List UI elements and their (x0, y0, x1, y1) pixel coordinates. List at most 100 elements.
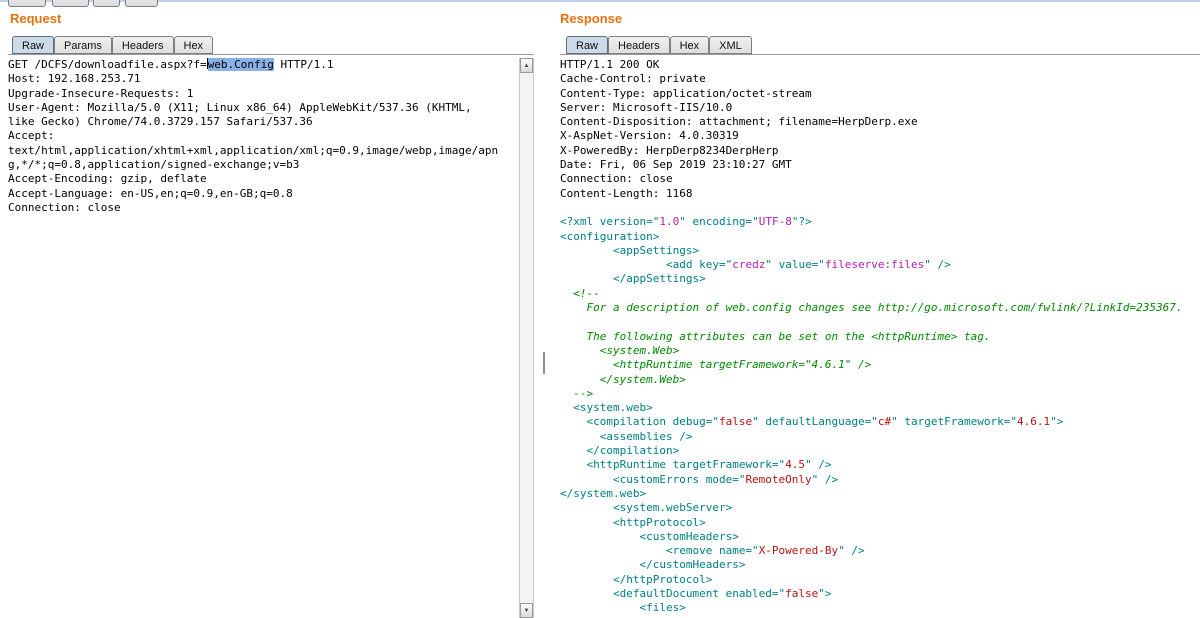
code-segment (560, 430, 600, 443)
code-segment: <appSettings> (613, 244, 699, 257)
code-segment: X-AspNet-Version: 4.0.30319 (560, 129, 739, 142)
code-line: <?xml version="1.0" encoding="UTF-8"?> (560, 215, 1200, 229)
code-segment: like Gecko) Chrome/74.0.3729.157 Safari/… (8, 115, 313, 128)
code-line: The following attributes can be set on t… (560, 330, 1200, 344)
code-segment: <files> (639, 601, 685, 614)
code-segment: fileserve:files (825, 258, 924, 271)
code-line: Server: Microsoft-IIS/10.0 (560, 101, 1200, 115)
request-editor[interactable]: GET /DCFS/downloadfile.aspx?f=web.Config… (8, 58, 519, 618)
code-line: </httpProtocol> (560, 573, 1200, 587)
code-segment (560, 587, 613, 600)
scroll-up-button[interactable]: ▲ (520, 58, 533, 73)
code-line: <system.web> (560, 401, 1200, 415)
code-line: <assemblies /> (560, 430, 1200, 444)
code-segment: " defaultLanguage=" (752, 415, 878, 428)
code-line: <remove name="X-Powered-By" /> (560, 544, 1200, 558)
code-segment (560, 558, 639, 571)
code-line: --> (560, 387, 1200, 401)
tab-raw[interactable]: Raw (566, 36, 608, 54)
code-segment: <configuration> (560, 230, 659, 243)
code-segment (560, 258, 666, 271)
code-segment: <system.web> (573, 401, 652, 414)
code-segment: HTTP/1.1 200 OK (560, 58, 659, 71)
code-line: <httpRuntime targetFramework="4.5" /> (560, 458, 1200, 472)
code-line: </system.Web> (560, 373, 1200, 387)
code-segment: Accept-Encoding: gzip, deflate (8, 172, 207, 185)
code-segment: " value=" (765, 258, 825, 271)
code-line: X-PoweredBy: HerpDerp8234DerpHerp (560, 144, 1200, 158)
code-segment: </appSettings> (613, 272, 706, 285)
code-line: GET /DCFS/downloadfile.aspx?f=web.Config… (8, 58, 519, 72)
code-line: <compilation debug="false" defaultLangua… (560, 415, 1200, 429)
response-panel: Response RawHeadersHexXML HTTP/1.1 200 O… (556, 0, 1200, 618)
response-editor[interactable]: HTTP/1.1 200 OKCache-Control: privateCon… (560, 58, 1200, 618)
code-segment: Accept: (8, 129, 54, 142)
code-line: <configuration> (560, 230, 1200, 244)
code-line (560, 201, 1200, 215)
code-segment (560, 473, 613, 486)
panel-splitter[interactable] (543, 352, 545, 374)
code-segment: <customHeaders> (639, 530, 738, 543)
code-line: Content-Disposition: attachment; filenam… (560, 115, 1200, 129)
selected-text: web.Config (208, 58, 274, 71)
code-segment: <defaultDocument enabled=" (613, 587, 785, 600)
code-segment: Content-Length: 1168 (560, 187, 692, 200)
code-segment (560, 530, 639, 543)
code-line: Accept-Encoding: gzip, deflate (8, 172, 519, 186)
code-segment: " /> (924, 258, 951, 271)
code-segment: Upgrade-Insecure-Requests: 1 (8, 87, 193, 100)
code-line: Host: 192.168.253.71 (8, 72, 519, 86)
code-segment: <system.webServer> (613, 501, 732, 514)
response-tabs-underline (560, 54, 1200, 55)
scroll-down-button[interactable]: ▼ (520, 603, 533, 618)
code-segment (560, 573, 613, 586)
code-segment: Accept-Language: en-US,en;q=0.9,en-GB;q=… (8, 187, 293, 200)
tab-hex[interactable]: Hex (670, 36, 710, 54)
code-line: <httpRuntime targetFramework="4.6.1" /> (560, 358, 1200, 372)
code-segment: </system.Web> (560, 373, 686, 386)
code-line: <add key="credz" value="fileserve:files"… (560, 258, 1200, 272)
request-scrollbar-track[interactable] (520, 73, 533, 603)
code-line: </customHeaders> (560, 558, 1200, 572)
code-segment: 1.0 (659, 215, 679, 228)
code-line: Content-Length: 1168 (560, 187, 1200, 201)
tab-params[interactable]: Params (54, 36, 112, 54)
code-segment: </httpProtocol> (613, 573, 712, 586)
request-panel: Request RawParamsHeadersHex GET /DCFS/do… (0, 0, 534, 618)
tab-hex[interactable]: Hex (174, 36, 214, 54)
code-line: Upgrade-Insecure-Requests: 1 (8, 87, 519, 101)
code-line: <system.Web> (560, 344, 1200, 358)
code-line: g,*/*;q=0.8,application/signed-exchange;… (8, 158, 519, 172)
code-segment: X-PoweredBy: HerpDerp8234DerpHerp (560, 144, 779, 157)
code-segment (560, 272, 613, 285)
code-line: text/html,application/xhtml+xml,applicat… (8, 144, 519, 158)
code-segment: Connection: close (560, 172, 673, 185)
code-line: Content-Type: application/octet-stream (560, 87, 1200, 101)
code-segment (560, 415, 587, 428)
tab-xml[interactable]: XML (709, 36, 752, 54)
tab-headers[interactable]: Headers (608, 36, 670, 54)
code-line: Connection: close (8, 201, 519, 215)
code-segment: X-Powered-By (759, 544, 838, 557)
tab-raw[interactable]: Raw (12, 36, 54, 54)
code-line: For a description of web.config changes … (560, 301, 1200, 315)
code-line: <!-- (560, 287, 1200, 301)
code-segment: </customHeaders> (639, 558, 745, 571)
code-line: HTTP/1.1 200 OK (560, 58, 1200, 72)
code-line: </system.web> (560, 487, 1200, 501)
code-segment: "> (1050, 415, 1063, 428)
code-segment (560, 544, 666, 557)
code-segment: g,*/*;q=0.8,application/signed-exchange;… (8, 158, 299, 171)
code-segment: RemoteOnly (745, 473, 811, 486)
code-segment (560, 501, 613, 514)
code-segment (560, 601, 639, 614)
tab-headers[interactable]: Headers (112, 36, 174, 54)
request-scrollbar[interactable]: ▲ ▼ (519, 58, 534, 618)
code-line: X-AspNet-Version: 4.0.30319 (560, 129, 1200, 143)
code-line: <system.webServer> (560, 501, 1200, 515)
code-segment: Server: Microsoft-IIS/10.0 (560, 101, 732, 114)
code-segment: " targetFramework=" (891, 415, 1017, 428)
code-segment: Content-Type: application/octet-stream (560, 87, 812, 100)
code-line: User-Agent: Mozilla/5.0 (X11; Linux x86_… (8, 101, 519, 115)
code-line: Date: Fri, 06 Sep 2019 23:10:27 GMT (560, 158, 1200, 172)
